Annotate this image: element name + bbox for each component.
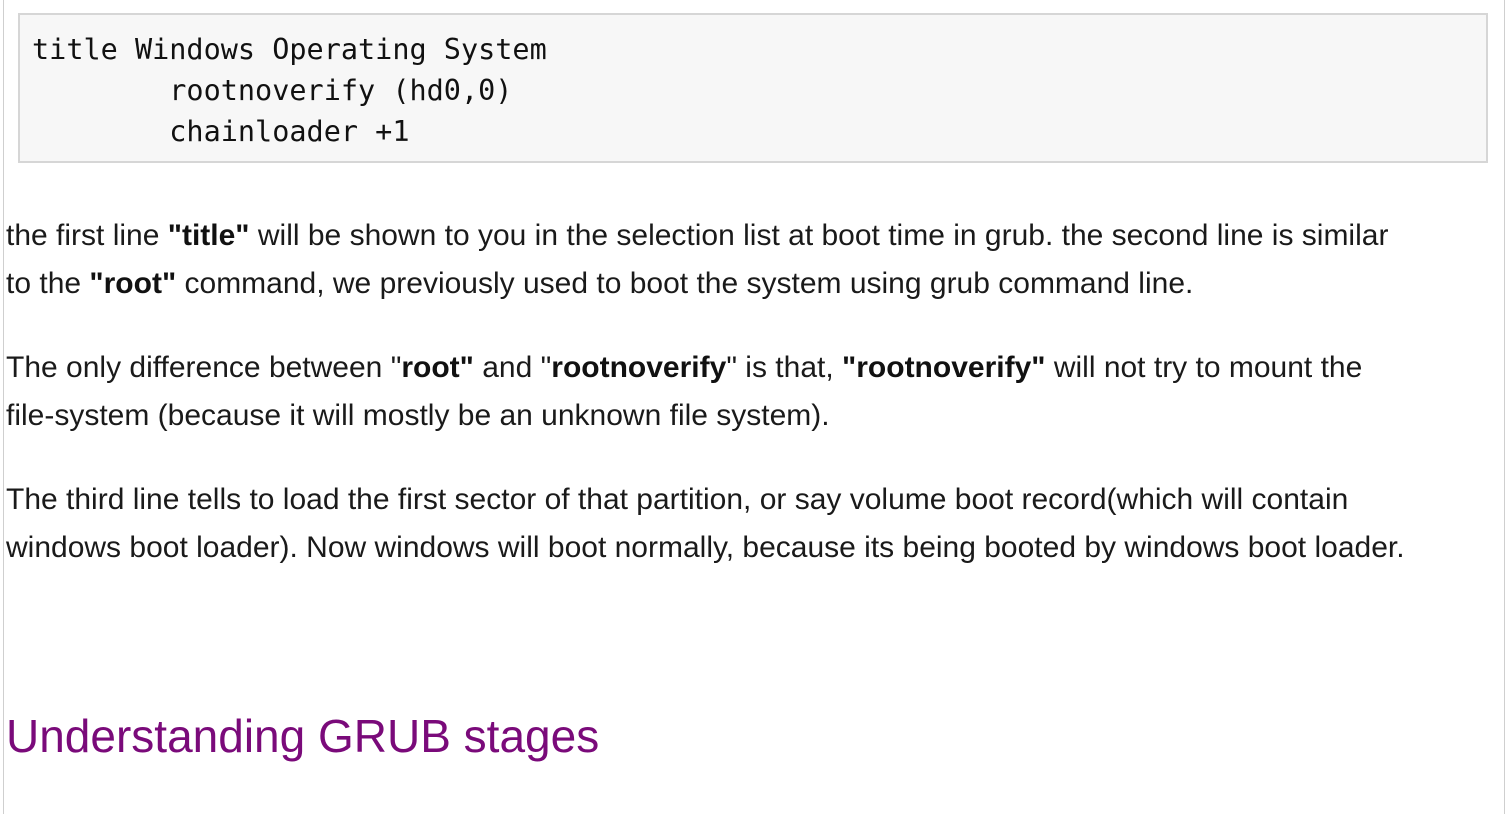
paragraph-title-explanation: the first line "title" will be shown to … — [6, 212, 1388, 308]
paragraph-root-difference: The only difference between "root" and "… — [6, 344, 1362, 440]
section-heading: Understanding GRUB stages — [6, 710, 600, 762]
bold-rootnoverify-quoted: "rootnoverify" — [842, 351, 1046, 384]
paragraph-line: the first line "title" will be shown to … — [6, 219, 1389, 252]
paragraph-line: The third line tells to load the first s… — [6, 483, 1349, 516]
bold-root-term: "root" — [89, 267, 177, 300]
bold-root-term: root" — [401, 351, 474, 384]
bold-title-term: "title" — [167, 219, 250, 252]
paragraph-chainloader-explanation: The third line tells to load the first s… — [6, 476, 1405, 572]
paragraph-line: The only difference between "root" and "… — [6, 351, 1363, 384]
paragraph-line: to the "root" command, we previously use… — [6, 267, 1194, 300]
bold-rootnoverify-term: rootnoverify — [551, 351, 727, 384]
code-line-chainloader: chainloader +1 — [32, 115, 410, 148]
paragraph-line: windows boot loader). Now windows will b… — [6, 531, 1405, 564]
paragraph-line: file-system (because it will mostly be a… — [6, 399, 830, 432]
code-line-title: title Windows Operating System — [32, 33, 547, 66]
code-line-rootnoverify: rootnoverify (hd0,0) — [32, 74, 513, 107]
article-page: title Windows Operating System rootnover… — [3, 0, 1505, 814]
code-block: title Windows Operating System rootnover… — [18, 13, 1488, 163]
